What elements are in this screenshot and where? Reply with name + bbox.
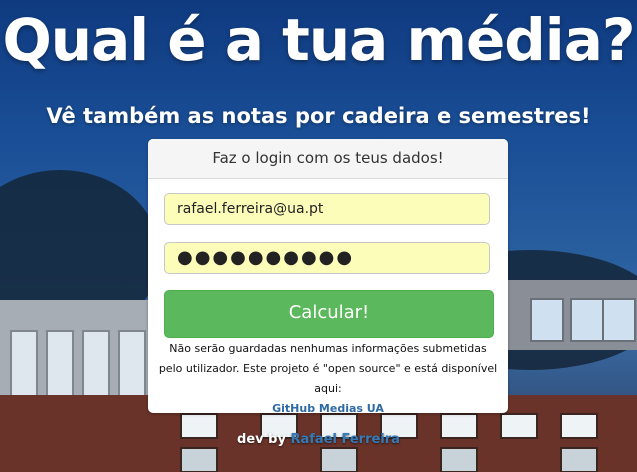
login-panel: Faz o login com os teus dados! ●●●●●●●●●…	[148, 139, 508, 413]
credit-prefix: dev by	[237, 432, 286, 447]
author-link[interactable]: Rafael Ferreira	[290, 432, 399, 447]
background-building	[490, 280, 637, 350]
email-field[interactable]	[164, 193, 490, 225]
developer-credit: dev by Rafael Ferreira	[0, 432, 637, 447]
page-subtitle: Vê também as notas por cadeira e semestr…	[46, 104, 591, 128]
github-link[interactable]: GitHub Medias UA	[272, 402, 384, 413]
password-field[interactable]: ●●●●●●●●●●	[164, 242, 490, 274]
calculate-button[interactable]: Calcular!	[164, 290, 494, 338]
privacy-note-text: Não serão guardadas nenhumas informações…	[158, 342, 498, 395]
page-title: Qual é a tua média?	[2, 6, 636, 74]
login-heading: Faz o login com os teus dados!	[148, 139, 508, 179]
privacy-note: Não serão guardadas nenhumas informações…	[158, 339, 498, 413]
